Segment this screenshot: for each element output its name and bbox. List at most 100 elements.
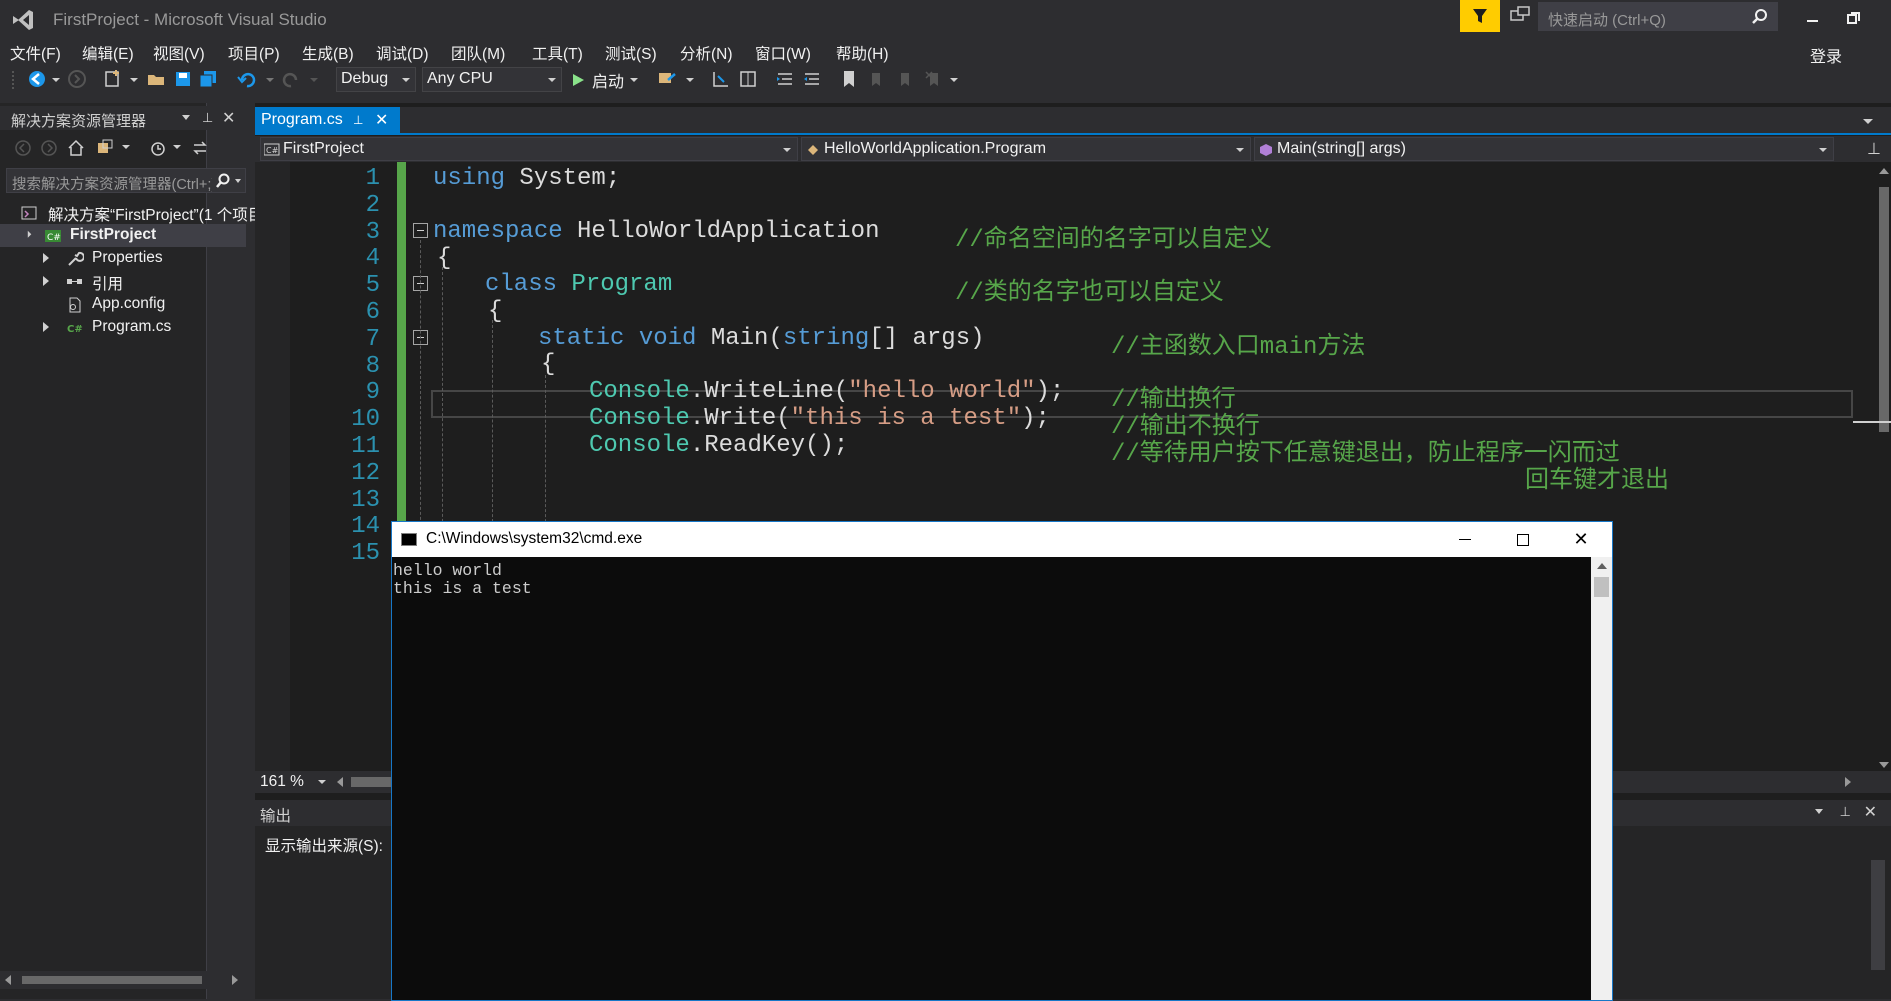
platform-dropdown[interactable]: Any CPU (422, 67, 562, 92)
scrollbar-thumb[interactable] (1879, 187, 1889, 432)
project-dropdown[interactable]: C# FirstProject (260, 137, 798, 161)
start-debug-button[interactable]: 启动 (570, 68, 639, 92)
output-vertical-scrollbar[interactable] (1871, 860, 1885, 970)
close-icon[interactable]: ✕ (375, 110, 388, 130)
menu-item[interactable]: 分析(N) (680, 39, 733, 67)
collapsed-arrow-icon[interactable] (43, 253, 49, 263)
tree-project[interactable]: C# FirstProject (0, 224, 246, 247)
redo-dropdown-icon[interactable] (310, 78, 318, 82)
clear-bookmarks-icon[interactable] (922, 68, 944, 90)
pin-icon[interactable]: ⊥ (1840, 804, 1851, 820)
pending-dropdown-icon[interactable] (173, 145, 181, 149)
menu-item[interactable]: 帮助(H) (836, 39, 889, 67)
menu-item[interactable]: 编辑(E) (82, 39, 134, 67)
forward-icon[interactable] (40, 139, 58, 157)
back-icon[interactable] (26, 68, 48, 90)
restore-button[interactable] (1842, 6, 1866, 30)
home-icon[interactable] (66, 138, 86, 158)
toolbar-overflow-icon[interactable] (950, 78, 958, 82)
tree-app-config[interactable]: App.config (0, 293, 246, 316)
open-folder-icon[interactable] (145, 68, 167, 90)
console-output[interactable]: hello world this is a test (392, 557, 1591, 1000)
minimize-button[interactable] (1800, 6, 1824, 30)
tree-references[interactable]: 引用 (0, 270, 246, 293)
save-all-icon[interactable] (197, 68, 219, 90)
menu-item[interactable]: 调试(D) (376, 39, 429, 67)
sync-icon[interactable] (190, 138, 210, 158)
member-dropdown[interactable]: Main(string[] args) (1254, 137, 1834, 161)
browser-dropdown-icon[interactable] (686, 78, 694, 82)
console-minimize-button[interactable] (1436, 522, 1494, 557)
tree-solution[interactable]: 解决方案“FirstProject”(1 个项目) (0, 201, 268, 224)
scroll-down-icon[interactable] (1879, 762, 1889, 768)
back-icon[interactable] (14, 139, 32, 157)
horizontal-scrollbar-thumb[interactable] (351, 777, 391, 787)
back-dropdown-icon[interactable] (52, 78, 60, 82)
console-close-button[interactable]: ✕ (1552, 522, 1610, 557)
collapse-namespace-icon[interactable] (413, 223, 428, 238)
split-editor-icon[interactable]: ⊥ (1867, 139, 1885, 159)
comment-lines-icon[interactable] (774, 68, 796, 90)
configuration-dropdown[interactable]: Debug (336, 67, 416, 92)
save-icon[interactable] (172, 68, 194, 90)
console-maximize-button[interactable] (1494, 522, 1552, 557)
search-icon[interactable] (1751, 8, 1769, 26)
new-dropdown-icon[interactable] (130, 78, 138, 82)
quick-launch-input[interactable]: 快速启动 (Ctrl+Q) (1538, 2, 1778, 31)
feedback-icon[interactable] (1508, 5, 1532, 29)
zoom-dropdown-icon[interactable] (318, 780, 326, 784)
scroll-left-icon[interactable] (5, 975, 11, 985)
tab-list-dropdown-icon[interactable] (1863, 119, 1873, 124)
scroll-right-icon[interactable] (232, 975, 238, 985)
collapsed-arrow-icon[interactable] (43, 322, 49, 332)
menu-item[interactable]: 团队(M) (451, 39, 505, 67)
next-bookmark-icon[interactable] (893, 68, 915, 90)
redo-icon[interactable] (280, 68, 302, 90)
pin-icon[interactable]: ⊥ (202, 110, 213, 126)
scroll-right-icon[interactable] (1845, 777, 1851, 787)
collapsed-arrow-icon[interactable] (43, 276, 49, 286)
new-project-icon[interactable] (102, 68, 124, 90)
pending-changes-icon[interactable] (148, 138, 168, 158)
menu-item[interactable]: 文件(F) (10, 39, 61, 67)
tree-program-cs[interactable]: C# Program.cs (0, 316, 246, 339)
browser-link-icon[interactable] (656, 68, 678, 90)
expanded-arrow-icon[interactable] (20, 227, 32, 238)
zoom-level[interactable]: 161 % (260, 773, 304, 791)
step-icon[interactable] (710, 68, 732, 90)
console-title-bar[interactable]: C:\Windows\system32\cmd.exe ✕ (392, 522, 1612, 557)
switch-views-dropdown-icon[interactable] (122, 145, 130, 149)
prev-bookmark-icon[interactable] (864, 68, 886, 90)
uncomment-lines-icon[interactable] (801, 68, 823, 90)
tree-properties[interactable]: Properties (0, 247, 246, 270)
panel-menu-icon[interactable] (182, 115, 190, 120)
notification-flag-icon[interactable] (1460, 0, 1500, 32)
editor-vertical-scrollbar[interactable] (1853, 162, 1891, 773)
layout-icon[interactable] (737, 68, 759, 90)
search-options-icon[interactable] (235, 179, 241, 183)
bookmark-icon[interactable] (838, 68, 860, 90)
scroll-up-icon[interactable] (1879, 168, 1889, 174)
login-link[interactable]: 登录 (1810, 43, 1842, 67)
menu-item[interactable]: 项目(P) (228, 39, 280, 67)
solution-search-input[interactable]: 搜索解决方案资源管理器(Ctrl+;) (6, 168, 246, 193)
scroll-left-icon[interactable] (337, 777, 343, 787)
scrollbar-thumb[interactable] (1594, 577, 1609, 597)
menu-item[interactable]: 生成(B) (302, 39, 354, 67)
search-icon[interactable] (215, 173, 231, 189)
undo-icon[interactable] (236, 68, 258, 90)
console-vertical-scrollbar[interactable] (1591, 557, 1612, 1000)
panel-menu-icon[interactable] (1815, 809, 1823, 814)
close-icon[interactable]: ✕ (222, 108, 235, 128)
forward-icon[interactable] (66, 68, 88, 90)
close-icon[interactable]: ✕ (1864, 802, 1877, 822)
class-dropdown[interactable]: HelloWorldApplication.Program (801, 137, 1251, 161)
solution-horizontal-scrollbar[interactable] (0, 971, 246, 989)
tab-program-cs[interactable]: Program.cs ⊥ ✕ (255, 107, 400, 133)
pin-icon[interactable]: ⊥ (353, 113, 363, 127)
menu-item[interactable]: 工具(T) (532, 39, 583, 67)
menu-item[interactable]: 视图(V) (153, 39, 205, 67)
scroll-up-icon[interactable] (1597, 563, 1607, 569)
switch-views-icon[interactable] (95, 138, 115, 158)
menu-item[interactable]: 测试(S) (605, 39, 657, 67)
